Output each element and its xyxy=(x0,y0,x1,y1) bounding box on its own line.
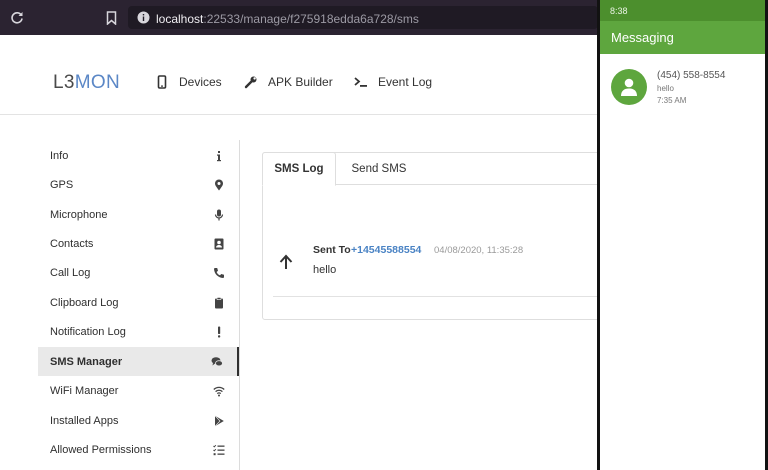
sms-body: hello xyxy=(313,264,337,276)
sms-direction-label: Sent To xyxy=(313,244,351,256)
sidebar-item-wifi-manager[interactable]: WiFi Manager xyxy=(38,376,239,405)
sidebar-item-label: Info xyxy=(50,149,69,162)
sms-timestamp: 04/08/2020, 11:35:28 xyxy=(434,245,524,256)
nav-apk-builder-label: APK Builder xyxy=(268,75,333,89)
tab-sms-log[interactable]: SMS Log xyxy=(262,152,336,186)
sidebar-item-gps[interactable]: GPS xyxy=(38,170,239,199)
sidebar-item-microphone[interactable]: Microphone xyxy=(38,200,239,229)
sidebar: Info GPS Microphone Contacts Call Log Cl… xyxy=(38,140,240,470)
contact-avatar[interactable] xyxy=(611,69,647,105)
logo[interactable]: L3MON xyxy=(53,72,120,94)
sidebar-item-call-log[interactable]: Call Log xyxy=(38,258,239,287)
nav-event-log-label: Event Log xyxy=(378,75,433,89)
conversation-number[interactable]: (454) 558-8554 xyxy=(657,70,725,81)
wrench-icon xyxy=(244,76,257,89)
nav-devices[interactable]: Devices xyxy=(155,74,222,90)
sidebar-item-label: Clipboard Log xyxy=(50,296,119,309)
sidebar-item-notification-log[interactable]: Notification Log xyxy=(38,317,239,346)
address-book-icon xyxy=(214,238,224,249)
sidebar-item-label: Call Log xyxy=(50,266,91,279)
info-icon xyxy=(217,150,221,161)
phone-status-time: 8:38 xyxy=(610,6,628,16)
url-text[interactable]: localhost:22533/manage/f275918edda6a728/… xyxy=(156,12,419,26)
sidebar-item-label: Contacts xyxy=(50,237,94,250)
url-path: :22533/manage/f275918edda6a728/sms xyxy=(203,12,419,26)
map-marker-icon xyxy=(215,179,223,190)
sidebar-item-allowed-permissions[interactable]: Allowed Permissions xyxy=(38,435,239,464)
clipboard-icon xyxy=(215,296,223,308)
terminal-icon xyxy=(354,77,367,87)
site-info-icon[interactable] xyxy=(137,11,150,24)
conversation-time: 7:35 AM xyxy=(657,96,687,105)
phone-icon xyxy=(214,267,224,278)
sidebar-item-label: Allowed Permissions xyxy=(50,443,152,456)
sidebar-item-label: Notification Log xyxy=(50,325,126,338)
bookmark-icon[interactable] xyxy=(106,11,117,25)
arrow-up-icon xyxy=(279,254,293,269)
sidebar-item-info[interactable]: Info xyxy=(38,141,239,170)
sidebar-item-label: WiFi Manager xyxy=(50,384,119,397)
sidebar-item-label: GPS xyxy=(50,178,74,191)
logo-mon: MON xyxy=(74,72,120,93)
sidebar-item-sms-manager[interactable]: SMS Manager xyxy=(38,347,239,376)
nav-apk-builder[interactable]: APK Builder xyxy=(244,74,333,90)
tab-send-sms[interactable]: Send SMS xyxy=(336,152,422,186)
phone-app-title: Messaging xyxy=(611,30,674,45)
sms-tabs: SMS Log Send SMS xyxy=(262,152,600,186)
conversation-snippet: hello xyxy=(657,84,674,93)
sidebar-item-contacts[interactable]: Contacts xyxy=(38,229,239,258)
sidebar-item-label: Installed Apps xyxy=(50,414,119,427)
chat-icon xyxy=(211,356,223,366)
wifi-icon xyxy=(213,386,225,396)
nav-devices-label: Devices xyxy=(179,75,222,89)
url-host: localhost xyxy=(156,12,204,26)
person-icon xyxy=(621,78,637,96)
sidebar-divider xyxy=(239,140,240,470)
nav-event-log[interactable]: Event Log xyxy=(354,74,432,90)
sidebar-item-label: Microphone xyxy=(50,208,108,221)
reload-icon[interactable] xyxy=(10,10,24,24)
sidebar-item-label: SMS Manager xyxy=(50,355,123,368)
sidebar-item-installed-apps[interactable]: Installed Apps xyxy=(38,406,239,435)
play-store-icon xyxy=(214,415,224,426)
microphone-icon xyxy=(214,209,224,220)
sidebar-item-clipboard-log[interactable]: Clipboard Log xyxy=(38,288,239,317)
logo-l3: L3 xyxy=(53,72,75,93)
list-icon xyxy=(213,444,225,455)
exclamation-icon xyxy=(218,326,221,337)
sms-recipient-number[interactable]: +14545588554 xyxy=(351,244,421,256)
mobile-icon xyxy=(157,75,167,89)
message-divider xyxy=(273,296,600,297)
